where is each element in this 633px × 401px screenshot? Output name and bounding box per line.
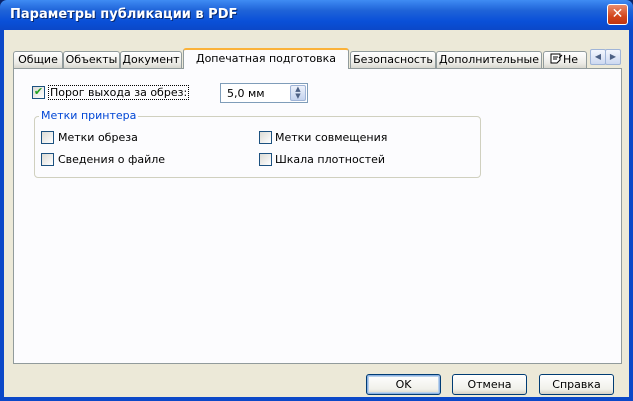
tab-security[interactable]: Безопасность — [350, 51, 436, 68]
close-icon: ✕ — [611, 6, 624, 22]
crop-marks-label: Метки обреза — [58, 131, 138, 144]
window-title: Параметры публикации в PDF — [10, 7, 238, 22]
file-info-label: Сведения о файле — [58, 153, 166, 166]
density-scale-label: Шкала плотностей — [275, 153, 386, 166]
tab-general[interactable]: Общие — [13, 51, 63, 68]
tab-document[interactable]: Документ — [120, 51, 182, 68]
cancel-button[interactable]: Отмена — [452, 374, 527, 395]
notes-icon — [550, 53, 563, 64]
registration-marks-checkbox[interactable] — [259, 131, 272, 144]
density-scale-checkbox[interactable] — [259, 153, 272, 166]
stepper-arrows[interactable]: ▲ ▼ — [290, 85, 306, 101]
bleed-label: Порог выхода за обрез: — [48, 85, 190, 100]
spin-down-icon[interactable]: ▼ — [291, 93, 305, 100]
printer-marks-title: Метки принтера — [39, 109, 139, 122]
ok-button[interactable]: OK — [366, 374, 441, 395]
close-button[interactable]: ✕ — [607, 4, 628, 25]
checkmark-icon: ✔ — [33, 85, 44, 98]
tab-scroll-right-button[interactable]: ▶ — [605, 49, 621, 65]
help-button[interactable]: Справка — [539, 374, 614, 395]
arrow-right-icon: ▶ — [609, 52, 617, 61]
tab-scroll-left-button[interactable]: ◀ — [590, 49, 606, 65]
printer-marks-group — [34, 116, 481, 178]
tab-issues[interactable]: Не — [543, 51, 587, 68]
file-info-checkbox[interactable] — [41, 153, 54, 166]
arrow-left-icon: ◀ — [594, 52, 602, 61]
tab-issues-label: Не — [563, 53, 579, 66]
title-bar[interactable]: Параметры публикации в PDF ✕ — [0, 0, 633, 30]
crop-marks-checkbox[interactable] — [41, 131, 54, 144]
bleed-checkbox[interactable]: ✔ — [32, 85, 45, 99]
tab-objects[interactable]: Объекты — [63, 51, 120, 68]
bleed-amount-value: 5,0 мм — [227, 87, 265, 100]
bleed-amount-stepper[interactable]: 5,0 мм ▲ ▼ — [220, 83, 308, 103]
tab-advanced[interactable]: Дополнительные — [436, 51, 542, 68]
registration-marks-label: Метки совмещения — [275, 131, 388, 144]
pdf-publish-settings-dialog: Параметры публикации в PDF ✕ Общие Объек… — [0, 0, 633, 401]
tab-prepress[interactable]: Допечатная подготовка — [183, 48, 349, 69]
